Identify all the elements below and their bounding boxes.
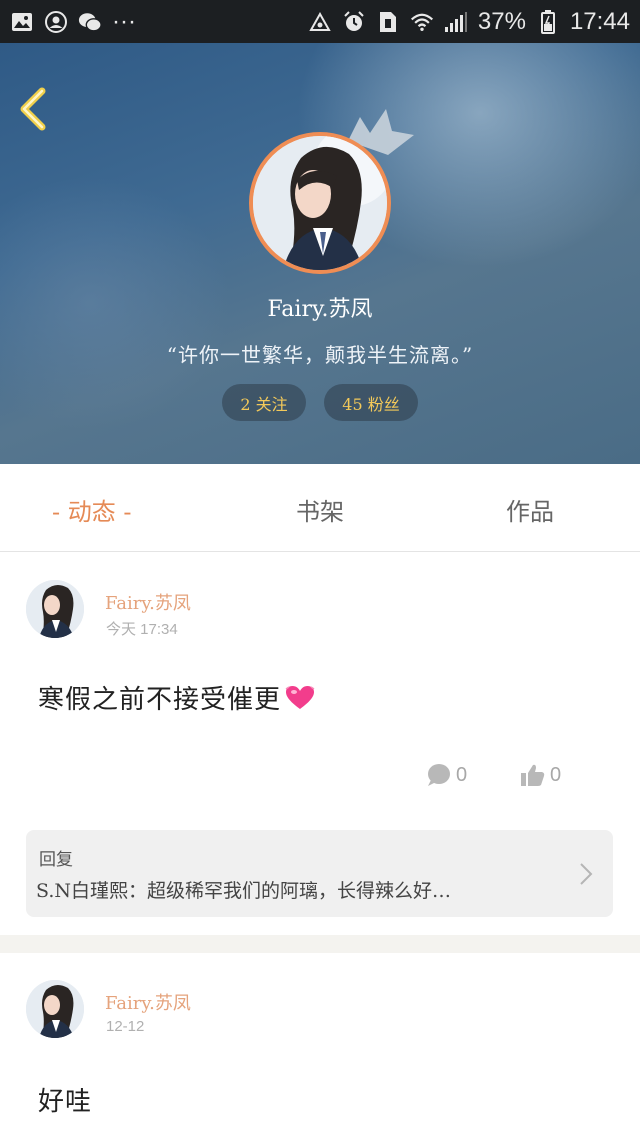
profile-tabs: - 动态 - 书架 作品 — [0, 464, 640, 552]
post-time: 今天 17:34 — [106, 621, 178, 638]
post-text-content: 寒假之前不接受催更 — [38, 685, 282, 715]
like-count: 0 — [550, 763, 562, 786]
comment-button[interactable]: 0 — [426, 763, 467, 787]
status-left: ··· — [10, 8, 136, 36]
battery-icon — [536, 9, 560, 34]
chevron-left-icon — [20, 87, 46, 131]
thumbs-up-icon — [521, 764, 545, 786]
profile-name: Fairy.苏凤 — [267, 297, 373, 322]
post-time: 12-12 — [106, 1018, 145, 1035]
post-text: 好哇 — [38, 1087, 93, 1117]
tab-dynamics[interactable]: - 动态 - — [52, 492, 131, 527]
wifi-icon — [410, 10, 434, 34]
post-author[interactable]: Fairy.苏凤 — [105, 989, 191, 1015]
avatar-portrait — [26, 980, 84, 1038]
feed-post: Fairy.苏凤 今天 17:34 寒假之前不接受催更 0 0 回复 S.N白瑾… — [0, 553, 640, 935]
comment-count: 0 — [456, 763, 468, 786]
back-button[interactable] — [14, 85, 54, 133]
alarm-icon — [342, 10, 366, 34]
following-button[interactable]: 2 关注 — [222, 384, 306, 421]
chevron-right-icon — [580, 863, 593, 885]
avatar-portrait — [26, 580, 84, 638]
status-right: 37% 17:44 — [308, 8, 630, 36]
reply-text: S.N白瑾熙：超级稀罕我们的阿璃，长得辣么好… — [36, 880, 452, 902]
account-icon — [44, 10, 68, 34]
status-bar: ··· 37% 17:44 — [0, 0, 640, 43]
reply-box[interactable]: 回复 S.N白瑾熙：超级稀罕我们的阿璃，长得辣么好… — [26, 830, 613, 917]
post-divider — [0, 935, 640, 953]
wechat-icon — [78, 10, 102, 34]
tab-bookshelf[interactable]: 书架 — [296, 492, 344, 527]
comment-icon — [428, 764, 450, 786]
fans-button[interactable]: 45 粉丝 — [324, 384, 418, 421]
more-dots-icon: ··· — [112, 7, 136, 35]
reply-title: 回复 — [39, 850, 73, 870]
sync-icon — [308, 10, 332, 34]
avatar-portrait — [253, 136, 387, 270]
feed-post: Fairy.苏凤 12-12 好哇 — [0, 953, 640, 1138]
sim-icon — [376, 10, 400, 34]
clock: 17:44 — [569, 7, 630, 35]
avatar[interactable] — [26, 580, 84, 638]
avatar[interactable] — [26, 980, 84, 1038]
profile-motto: “许你一世繁华，颠我半生流离。” — [166, 343, 474, 367]
like-button[interactable]: 0 — [520, 763, 561, 787]
profile-avatar[interactable] — [249, 132, 391, 274]
signal-icon — [444, 10, 468, 34]
profile-header: Fairy.苏凤 “许你一世繁华，颠我半生流离。” 2 关注 45 粉丝 — [0, 43, 640, 464]
gallery-icon — [10, 10, 34, 34]
tab-works[interactable]: 作品 — [506, 492, 554, 527]
post-text: 寒假之前不接受催更 — [38, 679, 315, 718]
post-author[interactable]: Fairy.苏凤 — [105, 589, 191, 615]
heart-icon — [285, 685, 315, 718]
battery-percent: 37% — [477, 7, 526, 35]
